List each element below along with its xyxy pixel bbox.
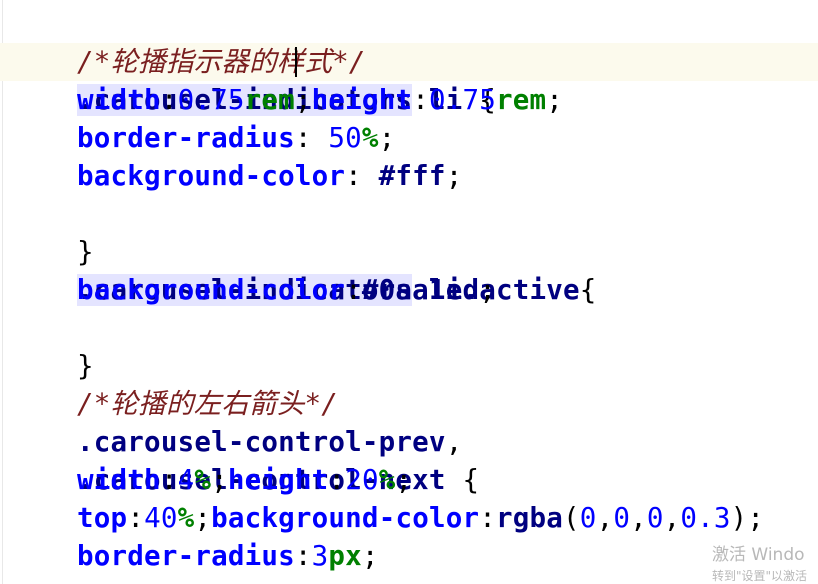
code-line-13[interactable]: width:4%;height:20%;: [10, 461, 412, 499]
property: border-radius: [77, 540, 295, 572]
comma: ,: [630, 502, 647, 534]
code-line-4[interactable]: border-radius: 50%;: [10, 119, 395, 157]
colon: :: [294, 122, 329, 154]
semicolon: ;: [546, 84, 564, 116]
semicolon: ;: [194, 502, 212, 534]
unit: %: [361, 122, 379, 154]
number: 40: [144, 502, 178, 534]
code-line-8[interactable]: background-color:#0aa1ed;: [10, 271, 496, 309]
colon: :: [160, 464, 178, 496]
number: 0: [646, 502, 664, 534]
semicolon: ;: [294, 84, 312, 116]
property: width: [77, 84, 161, 116]
code-line-15[interactable]: border-radius:3px;: [10, 537, 379, 575]
color-value: #fff: [378, 160, 446, 192]
number: 4: [177, 464, 195, 496]
unit: rem: [244, 84, 295, 116]
property: top: [77, 502, 128, 534]
semicolon: ;: [211, 464, 228, 496]
watermark-title: 激活 Windo: [712, 545, 805, 565]
property: background-color: [211, 502, 480, 534]
semicolon: ;: [378, 122, 396, 154]
number: 0: [579, 502, 597, 534]
windows-activation-watermark: 激活 Windo 转到"设置"以激活: [712, 540, 807, 584]
code-editor[interactable]: /*轮播指示器的样式*/ .carousel-indicators li { w…: [0, 0, 818, 584]
text-caret: [295, 47, 297, 77]
open-brace: {: [445, 464, 480, 496]
unit: rem: [496, 84, 547, 116]
code-line-1[interactable]: /*轮播指示器的样式*/: [10, 5, 366, 78]
code-line-7[interactable]: .carousel-indicators li.active{: [10, 233, 597, 306]
paren: );: [730, 502, 765, 534]
code-line-12[interactable]: .carousel-control-next {: [10, 423, 479, 496]
unit: %: [378, 464, 396, 496]
comma: ,: [663, 502, 681, 534]
semicolon: ;: [395, 464, 413, 496]
comma: ,: [596, 502, 614, 534]
semicolon: ;: [361, 540, 379, 572]
function-name: rgba: [496, 502, 564, 534]
code-line-10[interactable]: /*轮播的左右箭头*/: [10, 347, 338, 420]
property: height: [227, 464, 329, 496]
colon: :: [294, 540, 312, 572]
code-line-11[interactable]: .carousel-control-prev,: [10, 385, 462, 458]
property: border-radius: [77, 122, 295, 154]
code-line-9[interactable]: }: [10, 309, 94, 382]
number: 0.75: [428, 84, 497, 116]
property: background-color: [77, 160, 346, 192]
property: width: [77, 464, 161, 496]
number: 3: [311, 540, 329, 572]
code-line-3[interactable]: width:0.75rem;height:0.75rem;: [10, 81, 563, 119]
number: 0.3: [680, 502, 731, 534]
watermark-subtitle: 转到"设置"以激活: [712, 569, 808, 583]
code-line-14[interactable]: top:40%;background-color:rgba(0,0,0,0.3)…: [10, 499, 764, 537]
property: height: [311, 84, 413, 116]
number: 0.75: [177, 84, 245, 116]
number: 20: [345, 464, 379, 496]
colon: :: [412, 84, 429, 116]
paren: (: [563, 502, 580, 534]
property: background-color: [77, 274, 346, 306]
code-line-2[interactable]: .carousel-indicators li {: [10, 43, 496, 116]
unit: %: [194, 464, 212, 496]
colon: :: [160, 84, 178, 116]
colon: :: [345, 160, 379, 192]
gutter: [2, 0, 3, 584]
unit: px: [328, 540, 362, 572]
colon: :: [328, 464, 346, 496]
code-line-5[interactable]: background-color: #fff;: [10, 157, 462, 195]
colon: :: [479, 502, 496, 534]
colon: :: [345, 274, 362, 306]
open-brace: {: [579, 274, 597, 306]
semicolon: ;: [479, 274, 496, 306]
semicolon: ;: [445, 160, 463, 192]
color-value: #0aa1ed: [361, 274, 480, 306]
number: 50: [328, 122, 362, 154]
unit: %: [177, 502, 195, 534]
code-line-6[interactable]: }: [10, 195, 94, 268]
colon: :: [127, 502, 145, 534]
number: 0: [613, 502, 631, 534]
